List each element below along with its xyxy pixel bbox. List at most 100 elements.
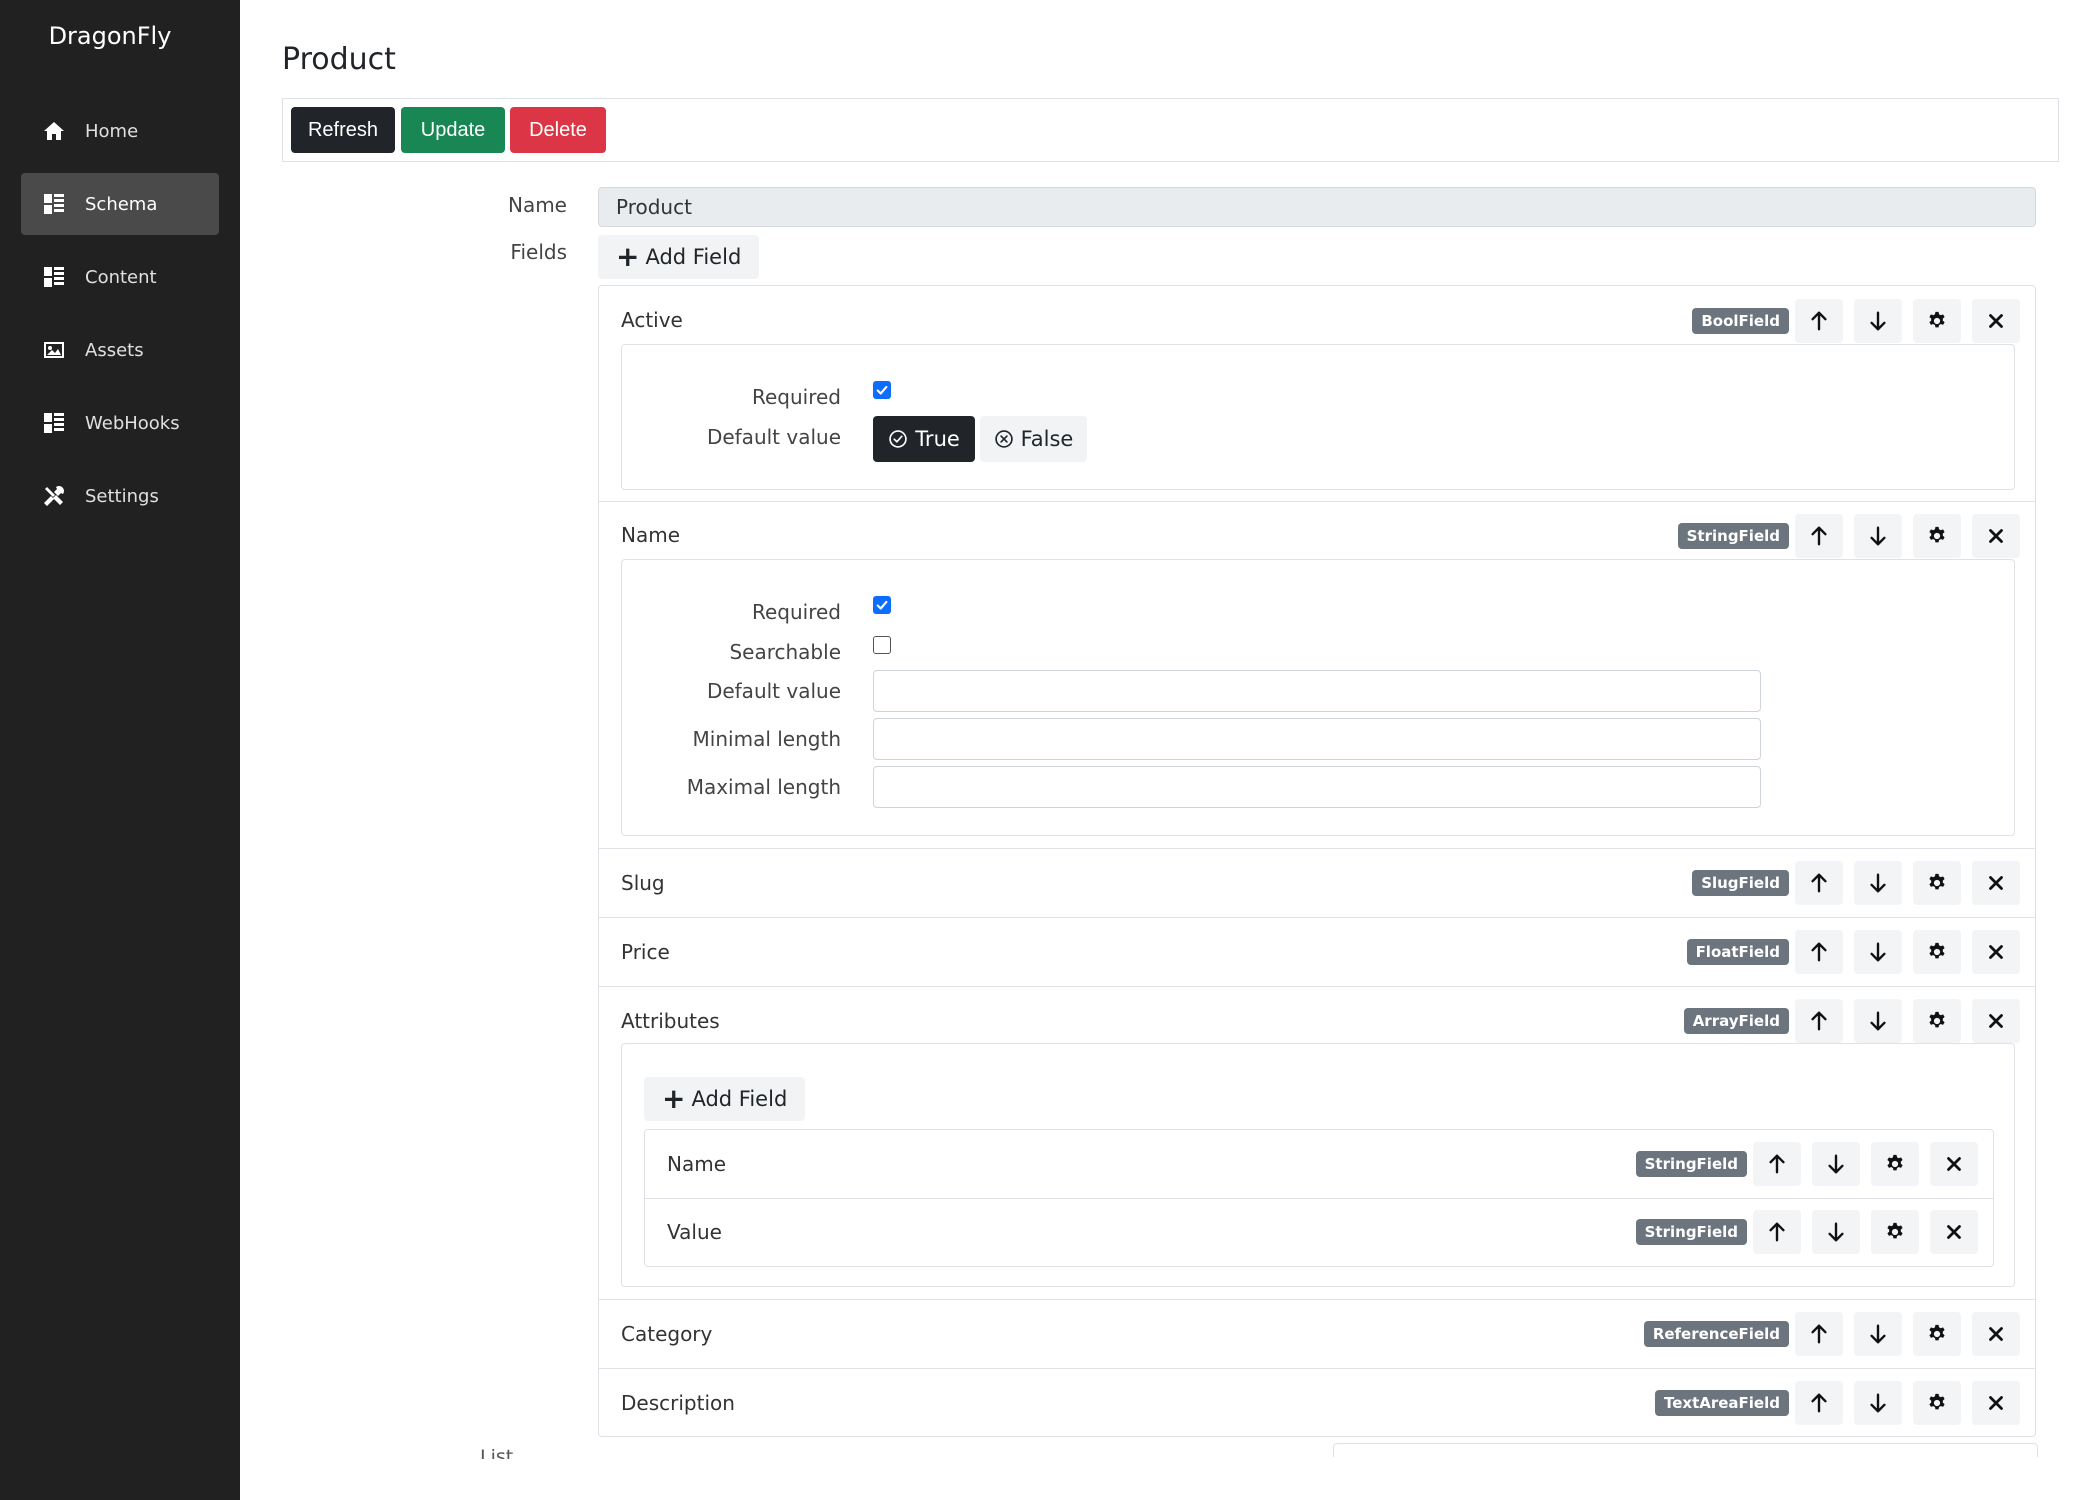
add-field-button[interactable]: + Add Field xyxy=(598,235,760,279)
close-icon xyxy=(1985,872,2007,894)
field-settings-button[interactable] xyxy=(1913,1381,1961,1425)
remove-field-button[interactable] xyxy=(1930,1210,1978,1254)
remove-field-button[interactable] xyxy=(1972,999,2020,1043)
sidebar-item-label: Settings xyxy=(85,485,159,507)
toolbar: Refresh Update Delete xyxy=(282,98,2059,162)
field-settings-button[interactable] xyxy=(1913,514,1961,558)
sidebar-item-content[interactable]: Content xyxy=(21,246,219,308)
remove-field-button[interactable] xyxy=(1972,299,2020,343)
field-settings-button[interactable] xyxy=(1913,861,1961,905)
sidebar-item-schema[interactable]: Schema xyxy=(21,173,219,235)
field-type-badge: FloatField xyxy=(1686,939,1789,965)
tools-icon xyxy=(41,483,67,509)
arrow-up-icon xyxy=(1808,1010,1830,1032)
sidebar-item-settings[interactable]: Settings xyxy=(21,465,219,527)
arrow-up-icon xyxy=(1766,1221,1788,1243)
add-subfield-button[interactable]: + Add Field xyxy=(644,1077,806,1121)
field-type-badge: SlugField xyxy=(1692,870,1789,896)
move-down-button[interactable] xyxy=(1854,1312,1902,1356)
sidebar-item-webhooks[interactable]: WebHooks xyxy=(21,392,219,454)
subfield-name: Name xyxy=(667,1152,727,1176)
add-field-label: Add Field xyxy=(645,245,742,269)
move-down-button[interactable] xyxy=(1854,299,1902,343)
brand-logo[interactable]: DragonFly xyxy=(0,22,220,50)
default-value-toggle: True False xyxy=(873,416,1093,462)
required-checkbox[interactable] xyxy=(873,596,891,614)
move-down-button[interactable] xyxy=(1812,1142,1860,1186)
arrow-down-icon xyxy=(1867,941,1889,963)
sidebar-item-assets[interactable]: Assets xyxy=(21,319,219,381)
move-up-button[interactable] xyxy=(1795,861,1843,905)
move-up-button[interactable] xyxy=(1753,1142,1801,1186)
page-title: Product xyxy=(282,42,396,77)
field-settings-button[interactable] xyxy=(1871,1210,1919,1254)
move-down-button[interactable] xyxy=(1812,1210,1860,1254)
check-circle-icon xyxy=(888,429,908,449)
default-value-input[interactable] xyxy=(873,670,1761,712)
arrow-up-icon xyxy=(1808,525,1830,547)
move-down-button[interactable] xyxy=(1854,861,1902,905)
move-up-button[interactable] xyxy=(1795,1381,1843,1425)
arrow-up-icon xyxy=(1808,941,1830,963)
field-name: Active xyxy=(621,308,683,332)
move-up-button[interactable] xyxy=(1795,1312,1843,1356)
arrow-down-icon xyxy=(1867,310,1889,332)
gear-icon xyxy=(1926,1392,1948,1414)
fields-list: Active BoolField Required Default value … xyxy=(598,285,2036,1437)
arrow-up-icon xyxy=(1808,1323,1830,1345)
field-settings-button[interactable] xyxy=(1913,1312,1961,1356)
sidebar-item-label: WebHooks xyxy=(85,412,180,434)
remove-field-button[interactable] xyxy=(1972,861,2020,905)
remove-field-button[interactable] xyxy=(1972,1381,2020,1425)
field-type-badge: StringField xyxy=(1635,1219,1747,1245)
field-name: Slug xyxy=(621,871,665,895)
field-name: Category xyxy=(621,1322,713,1346)
move-up-button[interactable] xyxy=(1795,999,1843,1043)
list-icon xyxy=(41,410,67,436)
list-fields-box[interactable] xyxy=(1333,1443,2038,1457)
maximal-length-input[interactable] xyxy=(873,766,1761,808)
subfields-list: Name StringField Value StringField xyxy=(644,1129,1994,1267)
remove-field-button[interactable] xyxy=(1972,514,2020,558)
check-icon xyxy=(875,598,889,612)
searchable-checkbox[interactable] xyxy=(873,636,891,654)
row-divider xyxy=(599,848,2035,849)
delete-button[interactable]: Delete xyxy=(510,107,606,153)
gear-icon xyxy=(1926,310,1948,332)
home-icon xyxy=(41,118,67,144)
arrow-up-icon xyxy=(1808,310,1830,332)
remove-field-button[interactable] xyxy=(1930,1142,1978,1186)
plus-icon: + xyxy=(616,240,640,273)
sidebar-item-label: Content xyxy=(85,266,157,288)
move-up-button[interactable] xyxy=(1795,930,1843,974)
required-label: Required xyxy=(751,600,841,624)
field-settings-button[interactable] xyxy=(1913,999,1961,1043)
move-down-button[interactable] xyxy=(1854,999,1902,1043)
remove-field-button[interactable] xyxy=(1972,1312,2020,1356)
schema-name-input[interactable]: Product xyxy=(598,187,2036,227)
minimal-length-input[interactable] xyxy=(873,718,1761,760)
sidebar-item-label: Schema xyxy=(85,193,158,215)
move-down-button[interactable] xyxy=(1854,930,1902,974)
field-settings-button[interactable] xyxy=(1913,930,1961,974)
gear-icon xyxy=(1926,872,1948,894)
update-button[interactable]: Update xyxy=(401,107,505,153)
field-settings-button[interactable] xyxy=(1913,299,1961,343)
move-down-button[interactable] xyxy=(1854,1381,1902,1425)
close-icon xyxy=(1985,525,2007,547)
move-down-button[interactable] xyxy=(1854,514,1902,558)
move-up-button[interactable] xyxy=(1753,1210,1801,1254)
move-up-button[interactable] xyxy=(1795,299,1843,343)
sidebar-item-label: Assets xyxy=(85,339,144,361)
field-settings-button[interactable] xyxy=(1871,1142,1919,1186)
arrow-down-icon xyxy=(1867,1010,1889,1032)
remove-field-button[interactable] xyxy=(1972,930,2020,974)
true-button[interactable]: True xyxy=(873,416,975,462)
false-button[interactable]: False xyxy=(980,416,1087,462)
required-checkbox[interactable] xyxy=(873,381,891,399)
move-up-button[interactable] xyxy=(1795,514,1843,558)
sidebar-item-home[interactable]: Home xyxy=(21,100,219,162)
fields-label: Fields xyxy=(510,240,567,264)
refresh-button[interactable]: Refresh xyxy=(291,107,395,153)
field-name: Price xyxy=(621,940,670,964)
